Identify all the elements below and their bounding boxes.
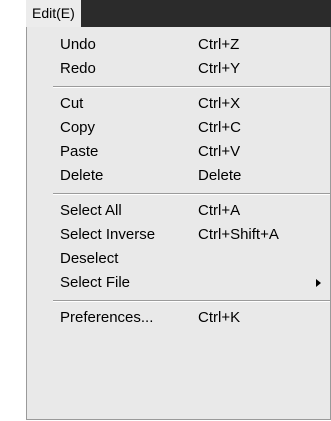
menu-item-cut[interactable]: Cut Ctrl+X [27, 92, 330, 116]
menu-item-label: Redo [60, 60, 96, 77]
menu-item-label: Preferences... [60, 309, 154, 326]
menu-bar: Edit(E) [26, 0, 331, 27]
menu-item-preferences[interactable]: Preferences... Ctrl+K [27, 306, 330, 330]
edit-menu-title[interactable]: Edit(E) [26, 0, 81, 27]
menu-item-shortcut: Ctrl+V [198, 143, 241, 160]
edit-menu-dropdown: Undo Ctrl+Z Redo Ctrl+Y Cut Ctrl+X Copy … [26, 27, 331, 420]
menu-item-paste[interactable]: Paste Ctrl+V [27, 140, 330, 164]
menu-item-redo[interactable]: Redo Ctrl+Y [27, 57, 330, 81]
menu-item-shortcut: Ctrl+K [198, 309, 241, 326]
menu-item-label: Delete [60, 167, 104, 184]
menu-item-select-inverse[interactable]: Select Inverse Ctrl+Shift+A [27, 223, 330, 247]
menu-item-label: Select Inverse [60, 226, 156, 243]
menu-item-shortcut: Ctrl+A [198, 202, 241, 219]
menu-item-label: Paste [60, 143, 99, 160]
menu-item-undo[interactable]: Undo Ctrl+Z [27, 33, 330, 57]
menu-item-label: Select File [60, 274, 131, 291]
menu-item-shortcut: Ctrl+Z [198, 36, 240, 53]
menu-item-shortcut: Ctrl+C [198, 119, 241, 136]
menu-item-select-file[interactable]: Select File [27, 271, 330, 295]
menu-separator [53, 193, 330, 195]
menu-item-delete[interactable]: Delete Delete [27, 164, 330, 188]
menu-item-copy[interactable]: Copy Ctrl+C [27, 116, 330, 140]
menu-item-label: Cut [60, 95, 84, 112]
menu-item-label: Deselect [60, 250, 119, 267]
menu-item-shortcut: Delete [198, 167, 242, 184]
menu-item-label: Copy [60, 119, 96, 136]
menu-separator [53, 300, 330, 302]
menu-item-shortcut: Ctrl+Shift+A [198, 226, 279, 243]
menu-item-label: Undo [60, 36, 96, 53]
chevron-right-icon [316, 279, 321, 287]
menu-item-select-all[interactable]: Select All Ctrl+A [27, 199, 330, 223]
menu-item-label: Select All [60, 202, 122, 219]
menu-separator [53, 86, 330, 88]
menu-item-deselect[interactable]: Deselect [27, 247, 330, 271]
menu-item-shortcut: Ctrl+X [198, 95, 241, 112]
menu-item-shortcut: Ctrl+Y [198, 60, 241, 77]
